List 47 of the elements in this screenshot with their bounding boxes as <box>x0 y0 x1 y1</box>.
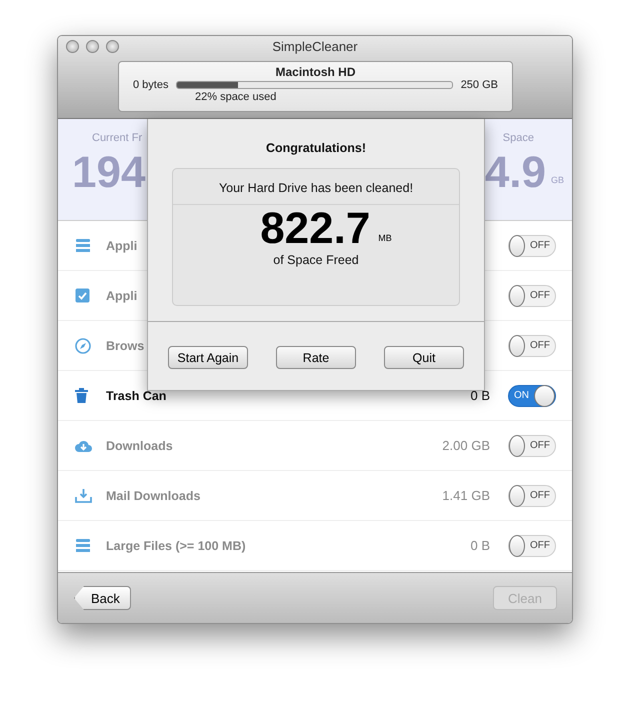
stat-value: 194 <box>72 147 146 199</box>
checkbox-icon <box>75 288 90 303</box>
item-size: 1.41 GB <box>442 488 490 503</box>
item-label: Appli <box>106 288 138 302</box>
toggle-switch[interactable]: ON <box>508 384 556 406</box>
drive-name: Macintosh HD <box>274 65 356 79</box>
back-button[interactable]: Back <box>74 586 131 610</box>
usage-text: 22% space used <box>195 91 278 103</box>
freed-amount: 822.7 <box>260 205 370 254</box>
max-label: 250 GB <box>460 79 498 91</box>
item-size: 2.00 GB <box>442 438 490 453</box>
dialog-button[interactable]: Quit <box>384 346 464 369</box>
item-label: Large Files (>= 100 MB) <box>106 538 247 552</box>
close-button[interactable] <box>66 40 79 53</box>
freed-caption: of Space Freed <box>273 253 359 268</box>
cloud-download-icon <box>75 439 92 452</box>
stack-icon <box>75 538 91 552</box>
minimize-button[interactable] <box>86 40 99 53</box>
stat-unit: GB <box>550 175 564 188</box>
toggle-switch[interactable]: OFF <box>508 534 556 556</box>
item-label: Downloads <box>106 438 174 452</box>
stat-label: Current Fr <box>92 132 142 144</box>
toggle-switch[interactable]: OFF <box>508 234 556 256</box>
dialog-button[interactable]: Rate <box>276 346 356 369</box>
dialog-message: Your Hard Drive has been cleaned! <box>173 169 459 205</box>
item-label: Brows <box>106 338 146 352</box>
item-label: Trash Can <box>106 388 168 402</box>
toggle-switch[interactable]: OFF <box>508 484 556 506</box>
stat-value: 4.9 <box>484 147 546 199</box>
toggle-switch[interactable]: OFF <box>508 334 556 356</box>
freed-unit: MB <box>378 233 392 246</box>
dialog-button[interactable]: Start Again <box>168 346 248 369</box>
stack-icon <box>75 238 91 252</box>
item-label: Appli <box>106 238 138 252</box>
item-size: 0 B <box>470 538 490 553</box>
trash-icon <box>75 388 88 403</box>
toggle-switch[interactable]: OFF <box>508 434 556 456</box>
stat-label: Space <box>502 132 534 144</box>
tray-download-icon <box>75 488 92 503</box>
window-title: SimpleCleaner <box>271 39 359 54</box>
zoom-button[interactable] <box>106 40 119 53</box>
item-label: Mail Downloads <box>106 488 202 502</box>
dialog-title: Congratulations! <box>266 141 366 155</box>
min-label: 0 bytes <box>133 79 168 91</box>
toggle-switch[interactable]: OFF <box>508 284 556 306</box>
compass-icon <box>75 338 91 354</box>
item-size: 0 B <box>470 388 490 403</box>
